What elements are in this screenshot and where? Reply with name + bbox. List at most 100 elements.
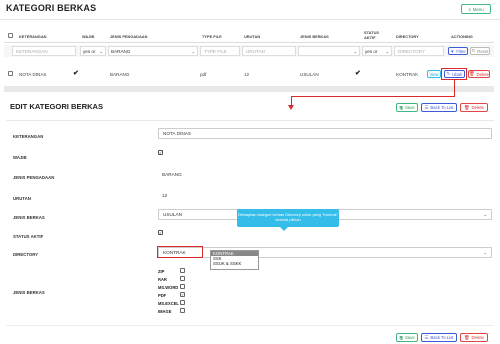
filter-jenis-pengadaan-select[interactable]: BARANG ⌄ [108,46,198,56]
tooltip: Ditetapkan kategori berkas Directory unt… [237,209,339,227]
trash-icon: 🗑 [464,104,470,110]
view-button[interactable]: View [427,70,441,78]
table-header-divider [4,42,494,43]
save-button[interactable]: 🖫 Save [396,103,418,112]
filter-jenis-berkas-select[interactable]: ⌄ [298,46,360,56]
back-to-list-button[interactable]: ☰ Back To List [421,103,457,112]
back-to-list-label: Back To List [430,335,454,340]
tooltip-tail [280,227,288,231]
menu-button[interactable]: ≡ Menu [461,4,491,14]
filter-button[interactable]: ▼ Filter [448,47,468,55]
list-icon: ☰ [424,334,429,340]
col-status-aktif[interactable]: STATUS AKTIF [364,30,384,40]
filter-jenis-pengadaan-value: BARANG [111,48,131,54]
filter-status-select[interactable]: yes or ⌄ [362,46,392,56]
label-jenis-berkas: JENIS BERKAS [13,215,45,220]
jenis-pengadaan-select[interactable]: BARANG [158,169,492,180]
col-directory[interactable]: DIRECTORY [396,34,419,39]
col-type-file[interactable]: TYPE FILE [202,34,222,39]
edit-title: EDIT KATEGORI BERKAS [10,102,104,111]
view-label: View [429,71,439,77]
annotation-line [454,80,455,97]
directory-dropdown: KONTRAK SSK SSUK & SSKK [210,250,259,270]
filter-directory-input[interactable]: DIRECTORY [394,46,444,56]
jenis-berkas-value: USULAN [163,212,183,217]
wajib-checkbox[interactable]: ✓ [158,150,163,155]
trash-icon: 🗑 [464,334,470,340]
directory-select[interactable]: KONTRAK ⌄ [158,247,492,258]
filter-keterangan-input[interactable]: KETERANGAN [12,46,76,56]
edit-divider [6,120,494,121]
filter-urutan-input[interactable]: URUTAN [242,46,296,56]
col-keterangan[interactable]: KETERANGAN [19,34,46,39]
file-type-checkbox[interactable] [180,308,185,313]
back-to-list-button-bottom[interactable]: ☰ Back To List [421,333,457,342]
col-jenis-berkas[interactable]: JENIS BERKAS [300,34,329,39]
file-type-label: IMAGE [158,309,172,314]
file-type-checkbox[interactable] [180,284,185,289]
menu-label: Menu [472,6,484,12]
save-label: Save [404,335,415,340]
row-delete-button[interactable]: 🗑 Delete [468,70,490,78]
row-checkbox[interactable] [8,71,13,76]
label-jenis-pengadaan: JENIS PENGADAAN [13,175,55,180]
row-type-file: pdf [200,72,207,77]
list-icon: ☰ [424,104,429,110]
filter-icon: ▼ [450,48,455,54]
label-keterangan: KETERANGAN [13,134,44,139]
wajib-check-icon: ✔ [73,70,79,77]
label-directory: DIRECTORY [13,252,39,257]
filter-status-value: yes or [365,48,378,54]
file-type-checkbox[interactable] [180,268,185,273]
chevron-down-icon: ⌄ [191,48,195,54]
urutan-input[interactable]: 12 [158,190,492,201]
file-type-checkbox[interactable] [180,276,185,281]
col-urutan[interactable]: URUTAN [244,34,260,39]
filter-label: Filter [456,48,466,54]
chevron-down-icon: ⌄ [99,48,103,54]
chevron-down-icon: ⌄ [483,250,487,255]
status-check-icon: ✔ [355,70,361,77]
arrow-down-icon [288,105,294,110]
status-aktif-checkbox[interactable]: ✓ [158,230,163,235]
annotation-line [291,96,455,97]
directory-option[interactable]: SSUK & SSKK [211,261,258,266]
chevron-down-icon: ⌄ [483,212,487,217]
filter-wajib-select[interactable]: yes or ⌄ [80,46,106,56]
keterangan-input[interactable]: NOTA DINAS [158,128,492,139]
file-type-label: MS.EXCEL [158,301,179,306]
col-jenis-pengadaan[interactable]: JENIS PENGADAAN [110,34,147,39]
file-type-checkbox[interactable] [180,300,185,305]
row-keterangan: NOTA DINAS [19,72,47,77]
col-wajib[interactable]: WAJIB [82,34,94,39]
form-bottom-divider [6,325,494,326]
file-type-label: MS.WORD [158,285,179,290]
row-delete-label: Delete [476,71,489,77]
delete-button-bottom[interactable]: 🗑 Delete [460,333,488,342]
filter-type-file-input[interactable]: TYPE FILE [200,46,240,56]
table-footer-strip [4,86,494,92]
chevron-down-icon: ⌄ [385,48,389,54]
directory-highlight [157,246,203,258]
file-type-label: RAR [158,277,167,282]
delete-button[interactable]: 🗑 Delete [460,103,488,112]
save-icon: 🖫 [399,104,403,110]
row-jenis-berkas: USULAN [300,72,319,77]
reset-icon: ↻ [471,48,476,53]
row-jenis-pengadaan: BARANG [110,72,130,77]
label-wajib: WAJIB [13,155,27,160]
page-title: KATEGORI BERKAS [6,3,97,13]
chevron-down-icon: ⌄ [353,48,357,54]
file-type-label: PDF [158,293,167,298]
reset-button[interactable]: ↻ Reset [470,47,490,55]
menu-icon: ≡ [468,6,471,12]
trash-icon: 🗑 [469,71,475,76]
select-all-checkbox[interactable] [8,33,13,38]
file-type-checkbox[interactable]: ✓ [180,292,185,297]
row-urutan: 12 [244,72,250,77]
save-icon: 🖫 [399,334,403,340]
row-directory: KONTRAK [396,72,419,77]
save-button-bottom[interactable]: 🖫 Save [396,333,418,342]
label-urutan: URUTAN [13,196,31,201]
file-type-label: ZIP [158,269,165,274]
